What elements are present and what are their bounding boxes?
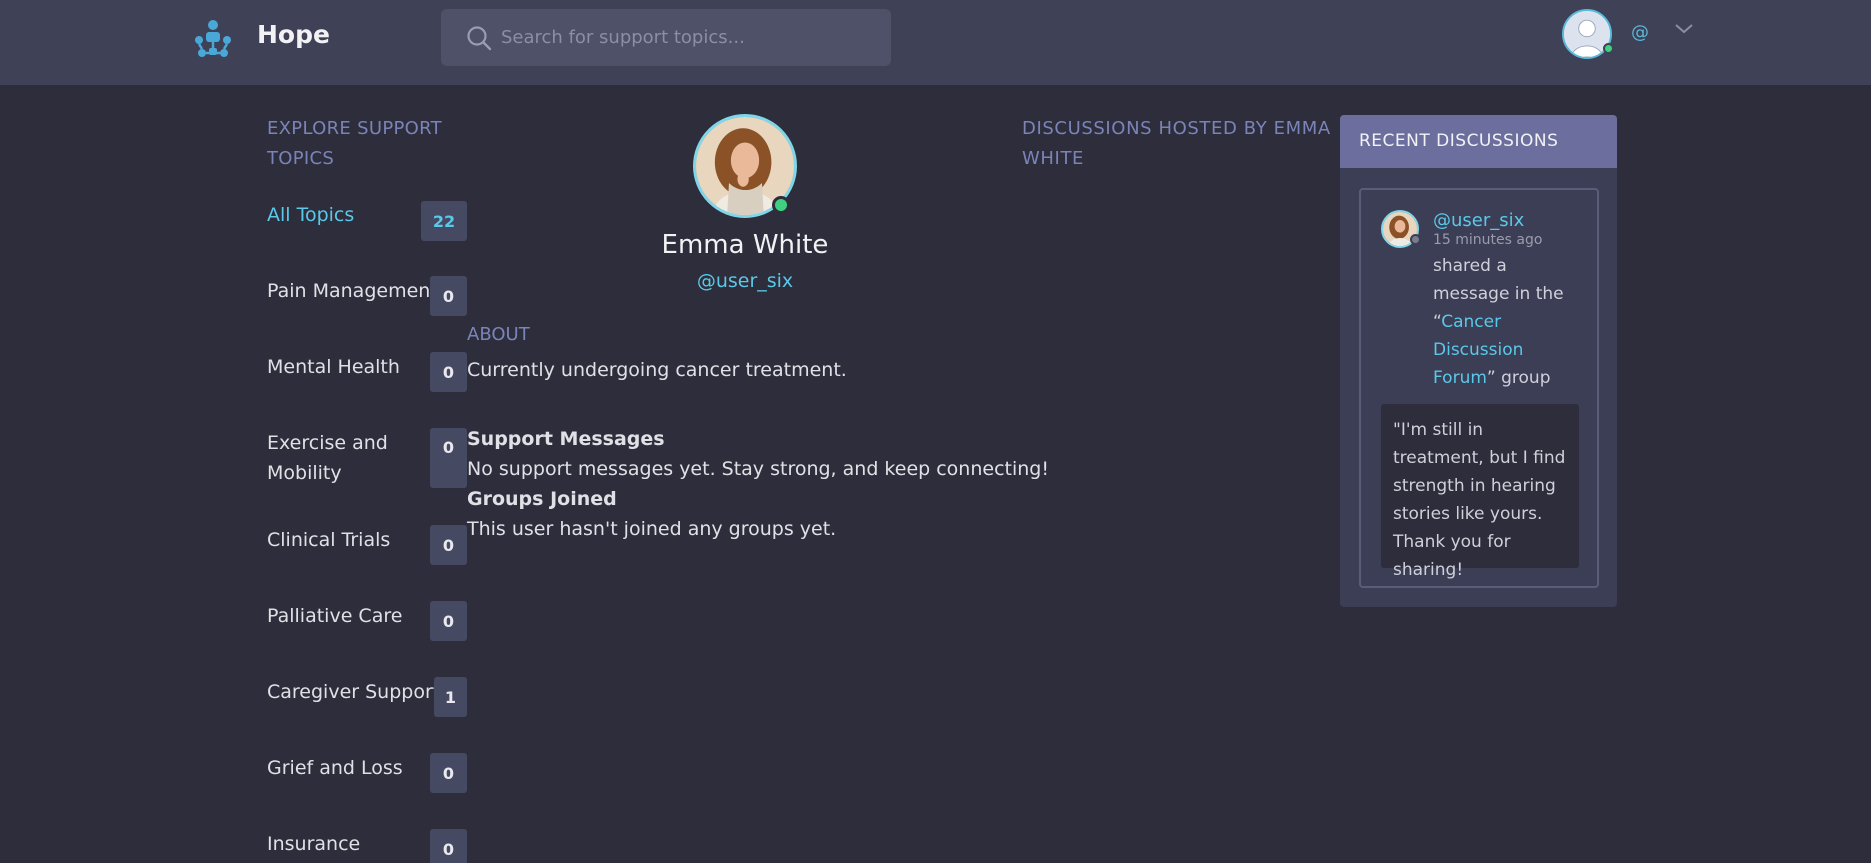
groups-joined-heading: Groups Joined xyxy=(467,488,617,510)
header-user-handle[interactable]: @ xyxy=(1631,22,1649,43)
explore-topics-heading: EXPLORE SUPPORT TOPICS xyxy=(267,118,442,169)
top-header: Hope @ xyxy=(0,0,1871,85)
topic-count-badge: 1 xyxy=(434,677,467,717)
discussion-user-handle[interactable]: @user_six xyxy=(1433,210,1524,231)
topic-count-badge: 0 xyxy=(430,753,467,793)
topic-count-badge: 0 xyxy=(430,276,467,316)
support-messages-text: No support messages yet. Stay strong, an… xyxy=(467,458,1049,480)
online-status-dot xyxy=(1603,43,1614,54)
hosted-discussions-heading: DISCUSSIONS HOSTED BY EMMA WHITE xyxy=(1022,118,1331,169)
discussion-timestamp: 15 minutes ago xyxy=(1433,232,1543,248)
offline-status-dot xyxy=(1410,234,1421,245)
logo-icon[interactable] xyxy=(192,18,234,58)
profile-name: Emma White xyxy=(661,230,829,260)
topic-exercise-mobility[interactable]: Exercise and Mobility xyxy=(267,428,407,488)
search-input[interactable] xyxy=(501,9,881,66)
topic-count-badge: 0 xyxy=(430,829,467,863)
about-text: Currently undergoing cancer treatment. xyxy=(467,359,847,381)
topic-count-badge: 0 xyxy=(430,525,467,565)
online-status-dot xyxy=(772,196,790,214)
recent-discussions-title: RECENT DISCUSSIONS xyxy=(1359,131,1559,151)
recent-discussions-header: RECENT DISCUSSIONS xyxy=(1340,115,1617,168)
discussion-card[interactable]: @user_six 15 minutes ago shared a messag… xyxy=(1359,188,1599,588)
topic-count-badge: 0 xyxy=(430,428,467,488)
message-quote: "I'm still in treatment, but I find stre… xyxy=(1381,404,1579,580)
profile-handle[interactable]: @user_six xyxy=(620,270,870,292)
topic-count-badge: 22 xyxy=(421,201,467,241)
chevron-down-icon[interactable] xyxy=(1673,22,1695,36)
search-icon xyxy=(467,26,492,51)
search-bar[interactable] xyxy=(441,9,891,66)
support-messages-heading: Support Messages xyxy=(467,428,665,450)
topic-count-badge: 0 xyxy=(430,352,467,392)
about-label: ABOUT xyxy=(467,324,530,345)
discussion-action-text: shared a message in the “Cancer Discussi… xyxy=(1433,252,1583,392)
groups-joined-text: This user hasn't joined any groups yet. xyxy=(467,518,837,540)
recent-discussions-panel: RECENT DISCUSSIONS @user_six 15 minutes … xyxy=(1340,115,1617,607)
action-suffix: ” group xyxy=(1486,368,1551,388)
topic-count-badge: 0 xyxy=(430,601,467,641)
app-name[interactable]: Hope xyxy=(257,20,330,49)
